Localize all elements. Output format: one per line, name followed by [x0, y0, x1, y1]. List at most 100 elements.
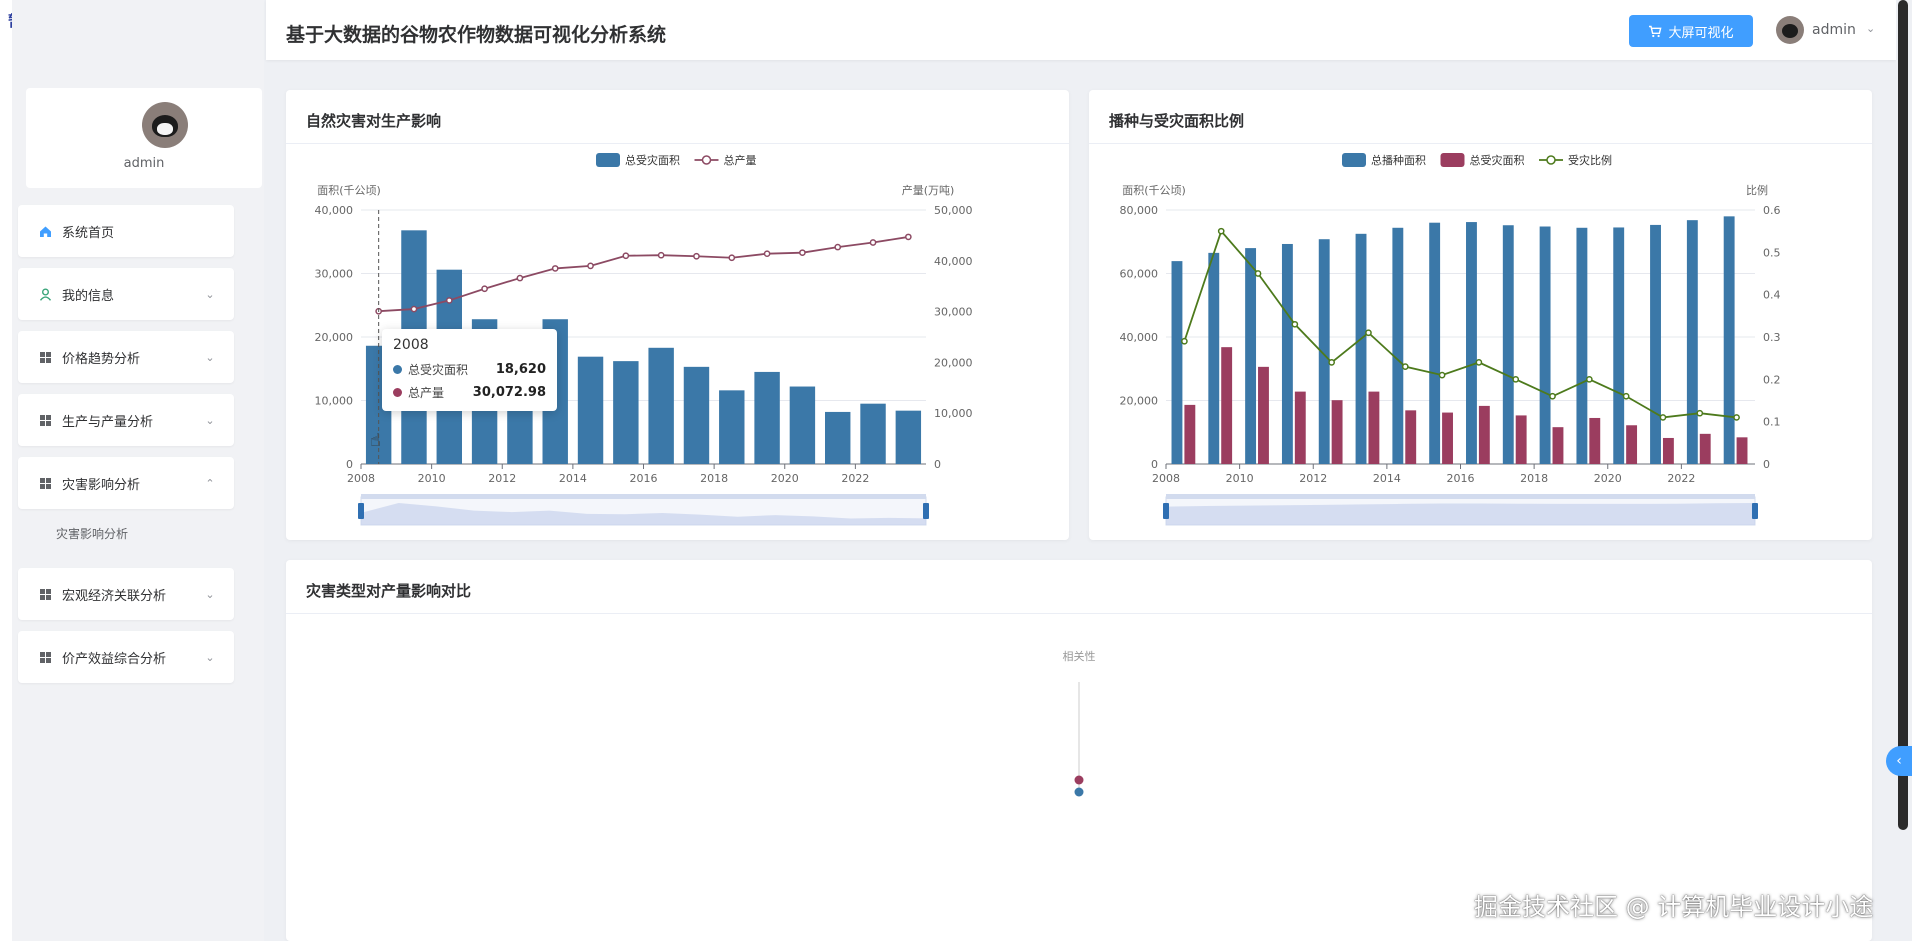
chevron-down-icon: ⌄	[205, 413, 215, 427]
grid-icon	[38, 587, 52, 601]
legend-swatch	[596, 153, 620, 167]
legend-dot-icon	[393, 387, 402, 397]
x-tick-label: 2020	[1594, 472, 1622, 485]
side-menu: 系统首页 我的信息 ⌄ 价格趋势分析 ⌄ 生产与产量分析 ⌄ 灾害影响分析 ⌃ …	[18, 205, 264, 694]
y-left-tick-label: 0	[1151, 458, 1158, 471]
line-point	[657, 251, 665, 259]
page-title: 基于大数据的谷物农作物数据可视化分析系统	[286, 24, 667, 46]
menu-item-macro-economy[interactable]: 宏观经济关联分析 ⌄	[18, 568, 234, 620]
menu-item-home[interactable]: 系统首页	[18, 205, 234, 257]
x-tick-label: 2010	[1226, 472, 1254, 485]
y-right-tick-label: 40,000	[934, 255, 973, 268]
tooltip-series-name: 总受灾面积	[408, 362, 469, 377]
line-point	[1475, 359, 1483, 366]
tooltip-series-value: 30,072.98	[472, 384, 546, 400]
y-left-tick-label: 40,000	[1120, 331, 1159, 344]
chart-card-disaster-output: 自然灾害对生产影响 0 10,000 20,000 30,000 40,000 0 10,0…	[286, 90, 1069, 540]
y-left-tick-label: 20,000	[315, 331, 354, 344]
x-tick-label: 2020	[771, 472, 799, 485]
header-avatar[interactable]	[1776, 16, 1804, 44]
datazoom-handle	[1752, 503, 1758, 519]
bar	[1662, 437, 1674, 464]
chart-title: 自然灾害对生产影响	[306, 112, 442, 130]
bar	[683, 366, 710, 464]
menu-item-production[interactable]: 生产与产量分析 ⌄	[18, 394, 234, 446]
y-right-tick-label: 0.2	[1763, 373, 1781, 386]
menu-label: 生产与产量分析	[62, 414, 154, 430]
bigscreen-button[interactable]: 大屏可视化	[1629, 15, 1753, 47]
y-left-tick-label: 10,000	[315, 395, 354, 408]
legend-label: 总播种面积	[1371, 153, 1426, 167]
bar	[1208, 252, 1220, 464]
menu-item-price-trend[interactable]: 价格趋势分析 ⌄	[18, 331, 234, 383]
collapse-arrow-icon[interactable]: ‹	[1886, 746, 1912, 776]
bigscreen-label: 大屏可视化	[1668, 25, 1734, 41]
username[interactable]: admin	[1812, 22, 1856, 38]
y-right-tick-label: 0.1	[1763, 416, 1781, 429]
line-point	[1512, 375, 1520, 383]
x-tick-label: 2014	[1373, 472, 1401, 485]
y-right-axis-label: 产量(万吨)	[902, 183, 955, 197]
bar	[1405, 410, 1417, 464]
tooltip-row: 总受灾面积 18,620	[393, 359, 546, 379]
line-point	[1365, 329, 1372, 337]
home-icon	[38, 224, 52, 238]
bar	[789, 386, 816, 464]
datazoom-selection-bar	[1166, 494, 1755, 499]
line-point	[1659, 414, 1667, 421]
y-left-tick-label: 60,000	[1120, 268, 1159, 281]
x-tick-label: 2016	[630, 472, 658, 485]
bar	[1171, 261, 1183, 464]
line-point	[1696, 409, 1704, 417]
bar	[1552, 427, 1564, 464]
profile-name: admin	[123, 156, 165, 171]
bar	[1331, 400, 1343, 464]
x-tick-label: 2018	[1520, 472, 1548, 485]
menu-label: 宏观经济关联分析	[62, 588, 167, 604]
bar	[648, 347, 674, 464]
bar	[1258, 366, 1269, 464]
profile-card: admin	[26, 88, 262, 188]
y-left-tick-label: 20,000	[1120, 395, 1159, 408]
x-tick-label: 2022	[841, 472, 869, 485]
legend-swatch	[1546, 155, 1556, 165]
bar	[1699, 433, 1711, 464]
submenu-item-disaster-analysis[interactable]: 灾害影响分析	[18, 509, 234, 557]
line-point	[1733, 414, 1740, 421]
bar	[860, 403, 886, 464]
y-right-tick-label: 0	[1763, 458, 1770, 471]
page-scrollbar[interactable]	[1896, 0, 1912, 941]
bar	[1736, 437, 1748, 464]
y-left-tick-label: 40,000	[315, 204, 354, 217]
bar	[1478, 405, 1490, 464]
watermark: 掘金技术社区 @ 计算机毕业设计小途	[1474, 893, 1874, 921]
bar	[1515, 415, 1527, 464]
y-right-tick-label: 20,000	[934, 356, 973, 369]
chevron-down-icon[interactable]: ⌄	[1866, 22, 1875, 35]
x-tick-label: 2008	[1152, 472, 1180, 485]
chart-card-sown-affected: 播种与受灾面积比例 0 20,000 40,000 60,000 80,000 0 0.1 0…	[1089, 90, 1872, 540]
bar	[577, 356, 604, 464]
user-icon	[38, 287, 52, 301]
bar	[754, 371, 780, 464]
chart-card-disaster-type: 灾害类型对产量影响对比 相关性	[286, 560, 1872, 941]
bar	[1442, 412, 1453, 464]
menu-item-price-benefit[interactable]: 价产效益综合分析 ⌄	[18, 631, 234, 683]
line-point	[1217, 227, 1225, 235]
bar	[1576, 227, 1588, 464]
menu-item-my-info[interactable]: 我的信息 ⌄	[18, 268, 234, 320]
tooltip-row: 总产量 30,072.98	[393, 382, 546, 402]
bar	[1686, 220, 1698, 464]
y-right-axis-label: 比例	[1746, 183, 1768, 197]
line-point	[799, 249, 806, 257]
line-point	[693, 252, 700, 260]
tooltip-series-value: 18,620	[495, 361, 546, 377]
x-tick-label: 2018	[700, 472, 728, 485]
chevron-down-icon: ⌄	[205, 650, 215, 664]
chart-sown-affected[interactable]: 0 20,000 40,000 60,000 80,000 0 0.1 0.2 0.3 0.4 0.…	[1089, 144, 1872, 540]
bar	[1368, 391, 1380, 464]
line-point	[410, 305, 418, 313]
menu-item-disaster[interactable]: 灾害影响分析 ⌃	[18, 457, 234, 509]
avatar[interactable]	[142, 102, 188, 148]
bar	[1245, 248, 1257, 464]
